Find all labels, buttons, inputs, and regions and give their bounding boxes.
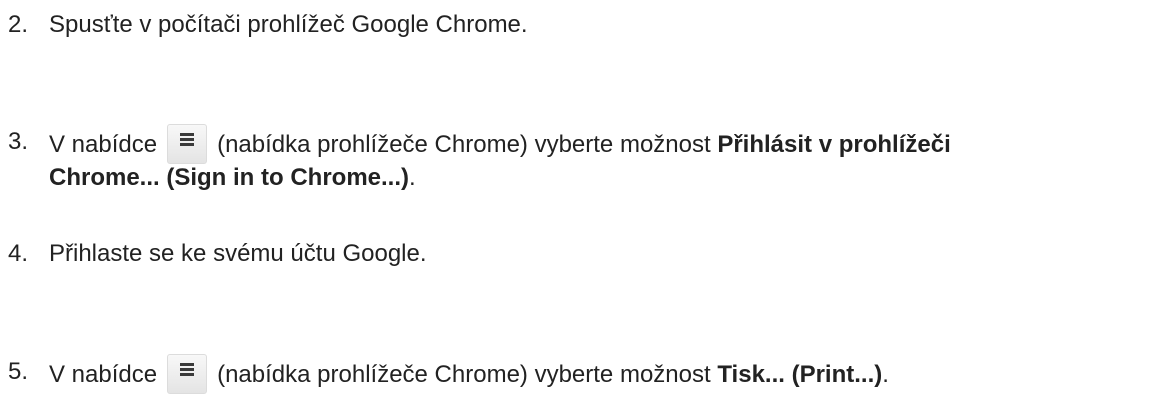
step-text-line-2: Chrome... (Sign in to Chrome...). — [49, 160, 416, 196]
step-text-after: (nabídka prohlížeče Chrome) vyberte možn… — [217, 361, 711, 388]
step-option-bold: Tisk... (Print...) — [717, 361, 883, 388]
step-text: Přihlaste se ke svému účtu Google. — [49, 240, 427, 267]
chrome-menu-icon — [167, 354, 208, 394]
step-number: 4. — [8, 240, 29, 267]
step-text: V nabídce (nabídka prohlížeče Chrome) vyb… — [49, 354, 889, 394]
step-number: 3. — [8, 128, 29, 155]
step-text: Spusťte v počítači prohlížeč Google Chro… — [49, 11, 528, 38]
step-option-bold-line-1: Přihlásit v prohlížeči — [717, 131, 951, 158]
chrome-menu-icon — [167, 124, 208, 164]
step-text-line-1: V nabídce (nabídka prohlížeče Chrome) vyb… — [49, 124, 951, 164]
step-text-before: V nabídce — [49, 361, 158, 388]
step-text-after: (nabídka prohlížeče Chrome) vyberte možn… — [217, 131, 711, 158]
step-option-bold-line-2: Chrome... (Sign in to Chrome...) — [49, 164, 409, 191]
step-text-end: . — [409, 164, 416, 191]
step-number: 5. — [8, 358, 29, 385]
step-text-end: . — [882, 361, 889, 388]
step-text-before: V nabídce — [49, 131, 158, 158]
step-number: 2. — [8, 11, 29, 38]
